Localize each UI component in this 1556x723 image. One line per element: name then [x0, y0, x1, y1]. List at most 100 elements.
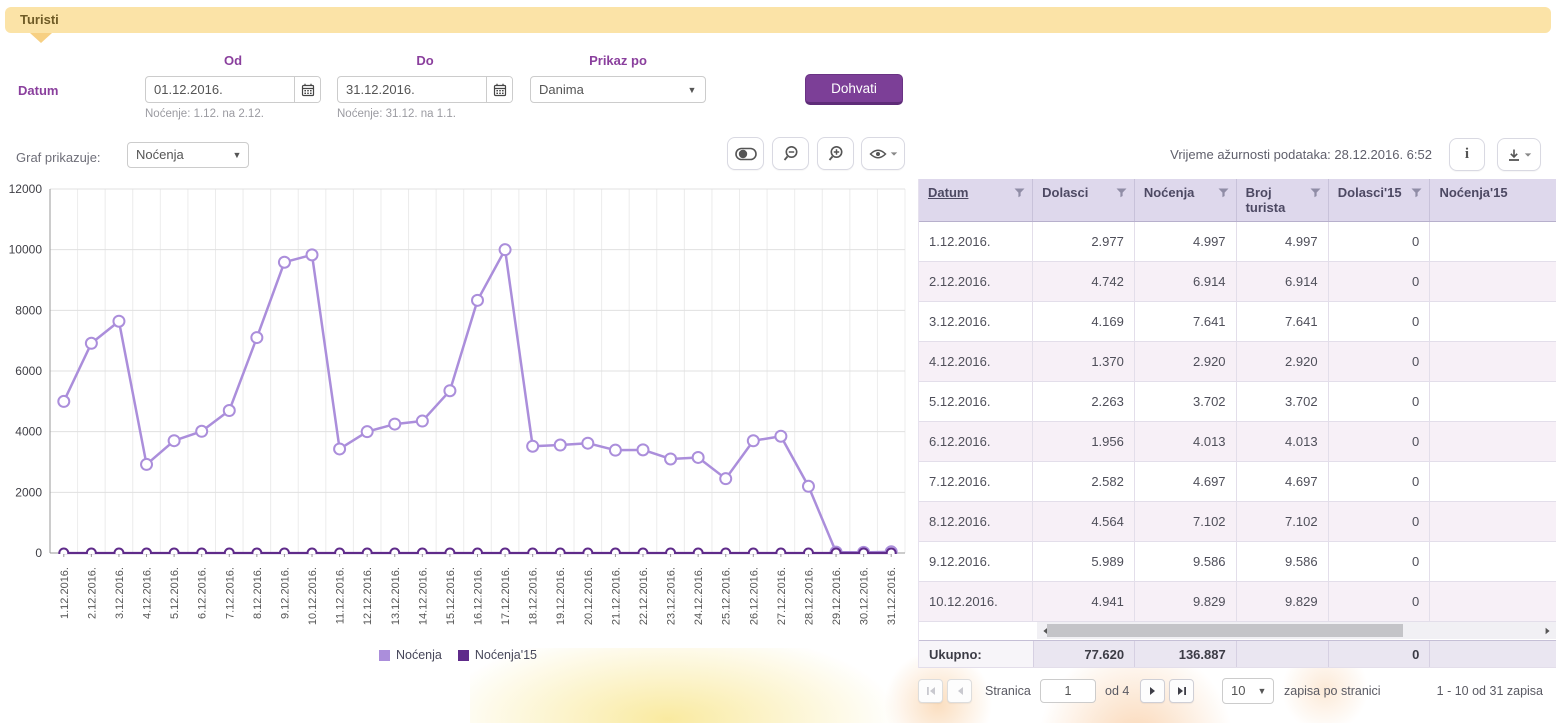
table-cell: 9.586	[1237, 542, 1329, 581]
table-cell: 2.977	[1033, 222, 1135, 261]
table-row[interactable]: 5.12.2016.2.2633.7023.7020	[919, 382, 1556, 422]
svg-text:9.12.2016.: 9.12.2016.	[279, 567, 291, 619]
page-number-input[interactable]	[1040, 679, 1096, 703]
table-row[interactable]: 10.12.2016.4.9419.8299.8290	[919, 582, 1556, 622]
date-to-input[interactable]	[338, 77, 486, 102]
chevron-down-icon	[890, 152, 896, 155]
first-page-icon	[926, 686, 936, 696]
table-row[interactable]: 7.12.2016.2.5824.6974.6970	[919, 462, 1556, 502]
column-header-nocenja15[interactable]: Noćenja'15	[1430, 179, 1556, 221]
calendar-icon[interactable]	[294, 77, 320, 102]
table-cell: 2.920	[1135, 342, 1237, 381]
hscroll-thumb[interactable]	[1047, 624, 1403, 637]
chart-legend: Noćenja Noćenja'15	[8, 648, 908, 662]
table-cell: 1.956	[1033, 422, 1135, 461]
date-to-field	[337, 76, 513, 103]
table-row[interactable]: 9.12.2016.5.9899.5869.5860	[919, 542, 1556, 582]
svg-text:31.12.2016.: 31.12.2016.	[886, 567, 898, 625]
column-header-dolasci15[interactable]: Dolasci'15	[1329, 179, 1431, 221]
table-cell: 4.697	[1135, 462, 1237, 501]
zoom-in-button[interactable]	[817, 137, 854, 170]
table-cell: 1.12.2016.	[919, 222, 1033, 261]
legend-item-nocenja[interactable]: Noćenja	[379, 648, 442, 662]
turisti-page: Turisti Od Do Prikaz po Datum Noćenje: 1…	[0, 0, 1556, 723]
svg-text:14.12.2016.: 14.12.2016.	[417, 567, 429, 625]
prikaz-po-select[interactable]: Danima ▼	[530, 76, 706, 103]
table-row[interactable]: 3.12.2016.4.1697.6417.6410	[919, 302, 1556, 342]
column-header-datum[interactable]: Datum	[919, 179, 1033, 221]
table-cell: 4.742	[1033, 262, 1135, 301]
dohvati-button[interactable]: Dohvati	[805, 74, 903, 105]
totals-broj-turista	[1237, 641, 1329, 667]
last-page-button[interactable]	[1169, 679, 1194, 703]
filter-icon[interactable]	[1218, 188, 1229, 198]
first-page-button[interactable]	[918, 679, 943, 703]
table-cell	[1430, 302, 1556, 341]
table-cell: 5.989	[1033, 542, 1135, 581]
table-row[interactable]: 6.12.2016.1.9564.0134.0130	[919, 422, 1556, 462]
next-page-icon	[1148, 686, 1158, 696]
legend-item-nocenja15[interactable]: Noćenja'15	[458, 648, 537, 662]
table-row[interactable]: 2.12.2016.4.7426.9146.9140	[919, 262, 1556, 302]
hscroll-right-icon[interactable]	[1542, 625, 1554, 637]
stranica-label: Stranica	[985, 684, 1031, 698]
zoom-out-button[interactable]	[772, 137, 809, 170]
filter-icon[interactable]	[1411, 188, 1422, 198]
table-row[interactable]: 1.12.2016.2.9774.9974.9970	[919, 222, 1556, 262]
page-size-select[interactable]: 10 ▼	[1222, 678, 1274, 704]
table-cell: 0	[1329, 342, 1431, 381]
svg-text:1.12.2016.: 1.12.2016.	[59, 567, 71, 619]
info-button[interactable]: i	[1449, 138, 1485, 171]
table-cell	[1430, 342, 1556, 381]
table-cell	[1430, 382, 1556, 421]
page-count-label: od 4	[1105, 684, 1129, 698]
svg-text:20.12.2016.: 20.12.2016.	[583, 567, 595, 625]
svg-text:26.12.2016.: 26.12.2016.	[748, 567, 760, 625]
date-from-input[interactable]	[146, 77, 294, 102]
table-cell: 0	[1329, 222, 1431, 261]
filter-icon[interactable]	[1014, 188, 1025, 198]
export-button[interactable]	[1497, 138, 1541, 171]
table-row[interactable]: 8.12.2016.4.5647.1027.1020	[919, 502, 1556, 542]
table-cell: 7.12.2016.	[919, 462, 1033, 501]
table-cell: 0	[1329, 502, 1431, 541]
line-chart[interactable]: 0200040006000800010000120001.12.2016.2.1…	[8, 175, 908, 645]
table-cell	[1430, 582, 1556, 621]
table-cell: 4.997	[1135, 222, 1237, 261]
dropdown-arrow-icon: ▼	[226, 143, 248, 167]
table-row[interactable]: 4.12.2016.1.3702.9202.9200	[919, 342, 1556, 382]
next-page-button[interactable]	[1140, 679, 1165, 703]
svg-text:18.12.2016.: 18.12.2016.	[528, 567, 540, 625]
table-cell: 3.702	[1237, 382, 1329, 421]
hscroll-track[interactable]	[1037, 622, 1556, 639]
data-updated-text: Vrijeme ažurnosti podataka: 28.12.2016. …	[1170, 147, 1432, 162]
last-page-icon	[1177, 686, 1187, 696]
column-header-nocenja[interactable]: Noćenja	[1135, 179, 1237, 221]
column-header-broj-turista[interactable]: Broj turista	[1237, 179, 1329, 221]
header-bar: Turisti	[5, 7, 1551, 33]
eye-icon	[869, 148, 887, 160]
filter-icon[interactable]	[1310, 188, 1321, 198]
svg-text:24.12.2016.: 24.12.2016.	[693, 567, 705, 625]
series-visibility-button[interactable]	[861, 137, 905, 170]
table-cell: 6.914	[1135, 262, 1237, 301]
chevron-down-icon	[1524, 153, 1530, 156]
chart-toggle-button[interactable]	[727, 137, 764, 170]
svg-text:30.12.2016.: 30.12.2016.	[859, 567, 871, 625]
filter-icon[interactable]	[1116, 188, 1127, 198]
column-header-dolasci[interactable]: Dolasci	[1033, 179, 1135, 221]
od-label: Od	[145, 53, 321, 68]
totals-nocenja15	[1430, 641, 1556, 667]
table-cell: 4.013	[1237, 422, 1329, 461]
table-cell	[1430, 422, 1556, 461]
table-cell: 7.641	[1135, 302, 1237, 341]
svg-text:28.12.2016.: 28.12.2016.	[803, 567, 815, 625]
table-cell	[1430, 462, 1556, 501]
prev-page-button[interactable]	[947, 679, 972, 703]
calendar-icon[interactable]	[486, 77, 512, 102]
table-cell: 0	[1329, 302, 1431, 341]
svg-text:22.12.2016.: 22.12.2016.	[638, 567, 650, 625]
graf-prikazuje-select[interactable]: Noćenja ▼	[127, 142, 249, 168]
table-cell: 6.914	[1237, 262, 1329, 301]
svg-text:6.12.2016.: 6.12.2016.	[197, 567, 209, 619]
